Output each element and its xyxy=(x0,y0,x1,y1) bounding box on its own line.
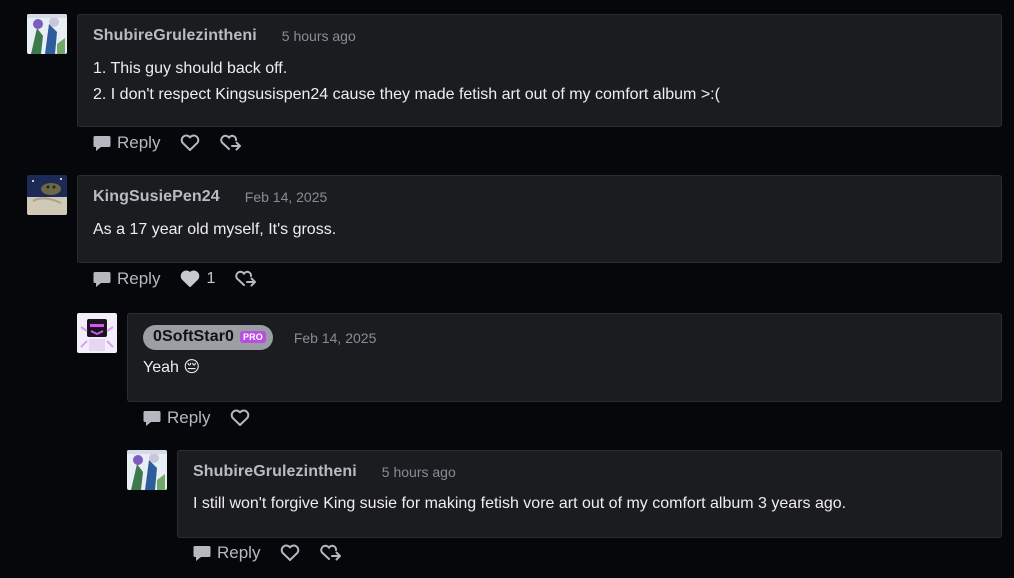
timestamp[interactable]: Feb 14, 2025 xyxy=(245,189,328,205)
comment-actions: Reply 1 xyxy=(93,269,277,289)
comment-bubble: ShubireGrulezintheni 5 hours ago 1. This… xyxy=(77,14,1002,127)
pro-badge: PRO xyxy=(240,331,266,343)
avatar[interactable] xyxy=(27,14,67,54)
comment-line: As a 17 year old myself, It's gross. xyxy=(93,221,337,238)
heart-icon xyxy=(281,544,300,561)
comment-thread: ShubireGrulezintheni 5 hours ago 1. This… xyxy=(0,0,1014,578)
reply-label: Reply xyxy=(217,543,261,562)
like-button[interactable] xyxy=(230,409,250,427)
speech-bubble-icon xyxy=(193,545,211,561)
speech-bubble-icon xyxy=(143,410,161,426)
comment-line: 1. This guy should back off. xyxy=(93,60,288,77)
like-button[interactable] xyxy=(280,544,300,562)
reply-label: Reply xyxy=(117,133,161,152)
avatar[interactable] xyxy=(127,450,167,490)
username[interactable]: 0SoftStar0 PRO xyxy=(143,325,273,350)
comment-body: As a 17 year old myself, It's gross. xyxy=(93,217,336,243)
share-button[interactable] xyxy=(235,270,257,288)
reply-label: Reply xyxy=(167,408,211,427)
username[interactable]: KingSusiePen24 xyxy=(93,188,220,206)
timestamp[interactable]: 5 hours ago xyxy=(382,464,456,480)
like-count: 1 xyxy=(206,270,216,287)
comment-actions: Reply xyxy=(93,133,262,153)
heart-filled-icon xyxy=(181,270,200,287)
share-icon xyxy=(235,270,257,287)
comment-actions: Reply xyxy=(143,408,270,428)
reply-button[interactable]: Reply xyxy=(93,133,160,153)
heart-icon xyxy=(181,134,200,151)
comment-line: Yeah 😔 xyxy=(143,359,201,376)
reply-button[interactable]: Reply xyxy=(193,543,260,563)
heart-icon xyxy=(231,409,250,426)
comment-line: I still won't forgive King susie for mak… xyxy=(193,495,847,512)
timestamp[interactable]: Feb 14, 2025 xyxy=(294,330,377,346)
like-button[interactable] xyxy=(180,134,200,152)
share-icon xyxy=(320,544,342,561)
speech-bubble-icon xyxy=(93,135,111,151)
share-button[interactable] xyxy=(320,544,342,562)
username[interactable]: ShubireGrulezintheni xyxy=(193,463,357,481)
comment-bubble: 0SoftStar0 PRO Feb 14, 2025 Yeah 😔 xyxy=(127,313,1002,402)
like-button[interactable]: 1 xyxy=(180,270,215,288)
reply-button[interactable]: Reply xyxy=(93,269,160,289)
reply-label: Reply xyxy=(117,269,161,288)
speech-bubble-icon xyxy=(93,271,111,287)
comment-body: Yeah 😔 xyxy=(143,355,200,381)
comment-body: 1. This guy should back off. 2. I don't … xyxy=(93,56,720,108)
username[interactable]: ShubireGrulezintheni xyxy=(93,27,257,45)
timestamp[interactable]: 5 hours ago xyxy=(282,28,356,44)
comment-actions: Reply xyxy=(193,543,362,563)
reply-button[interactable]: Reply xyxy=(143,408,210,428)
share-button[interactable] xyxy=(220,134,242,152)
avatar[interactable] xyxy=(27,175,67,215)
comment-bubble: KingSusiePen24 Feb 14, 2025 As a 17 year… xyxy=(77,175,1002,263)
comment-body: I still won't forgive King susie for mak… xyxy=(193,491,846,517)
comment-bubble: ShubireGrulezintheni 5 hours ago I still… xyxy=(177,450,1002,538)
avatar[interactable] xyxy=(77,313,117,353)
username-text: 0SoftStar0 xyxy=(153,328,235,345)
comment-line: 2. I don't respect Kingsusispen24 cause … xyxy=(93,86,720,103)
share-icon xyxy=(220,134,242,151)
